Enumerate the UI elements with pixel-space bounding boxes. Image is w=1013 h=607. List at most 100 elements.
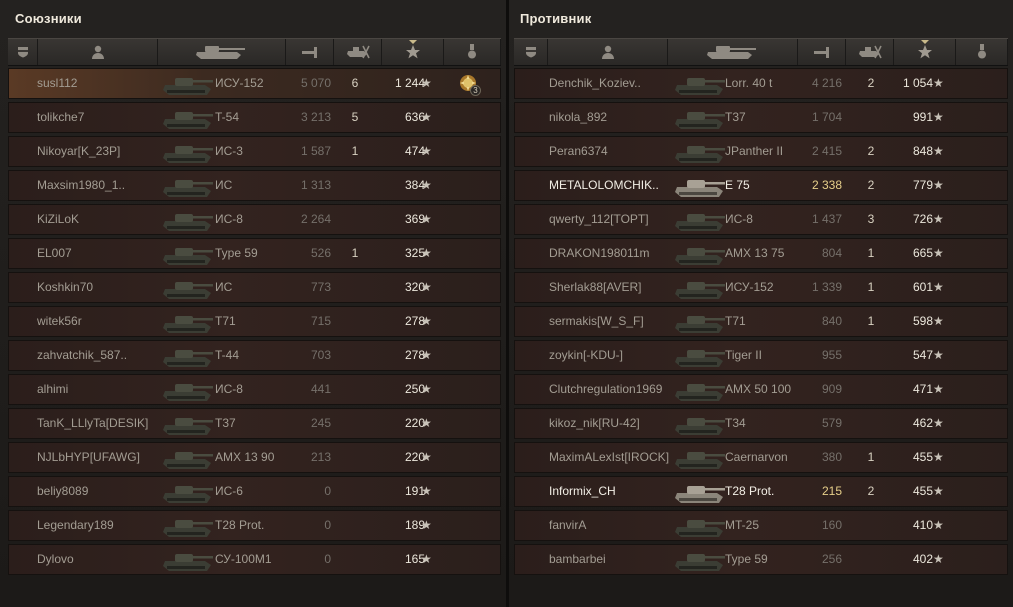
- enemies-player-row[interactable]: Sherlak88[AVER] ИСУ-152 1 339 1 601 ★: [514, 272, 1008, 303]
- xp-value: 665: [912, 246, 933, 260]
- xp-value: 220: [404, 416, 425, 430]
- damage-value: 4 216: [811, 76, 842, 90]
- tank-icon: [671, 105, 727, 131]
- player-name: Dylovo: [37, 552, 74, 566]
- player-column-header[interactable]: [38, 39, 158, 65]
- enemies-player-row[interactable]: Informix_CH T28 Prot. 215 2 455 ★: [514, 476, 1008, 507]
- xp-value: 726: [912, 212, 933, 226]
- enemies-player-row[interactable]: kikoz_nik[RU-42] T34 579 462 ★: [514, 408, 1008, 439]
- player-name: Legendary189: [37, 518, 114, 532]
- player-name: EL007: [37, 246, 72, 260]
- xp-star-icon: ★: [933, 280, 944, 294]
- player-name: Peran6374: [549, 144, 608, 158]
- allies-player-row[interactable]: zahvatchik_587.. T-44 703 278 ★: [8, 340, 501, 371]
- allies-player-row[interactable]: tolikche7 T-54 3 213 5 636 ★: [8, 102, 501, 133]
- frags-column-header[interactable]: [334, 39, 382, 65]
- vehicle-name: ИС-6: [215, 484, 243, 498]
- tank-icon: [159, 71, 215, 97]
- vehicle-name: T34: [725, 416, 746, 430]
- vehicle-column-header[interactable]: [668, 39, 798, 65]
- vehicle-name: AMX 13 75: [725, 246, 785, 260]
- frags-column-header[interactable]: [846, 39, 894, 65]
- frags-value: [345, 171, 365, 200]
- allies-player-row[interactable]: Koshkin70 ИС 773 320 ★: [8, 272, 501, 303]
- vehicle-name: E 75: [725, 178, 750, 192]
- xp-star-icon: ★: [933, 382, 944, 396]
- allies-player-row[interactable]: susl112 ИСУ-152 5 070 6 1 244 ★ 3: [8, 68, 501, 99]
- vehicle-name: T28 Prot.: [215, 518, 265, 532]
- xp-star-column-header[interactable]: [382, 39, 444, 65]
- medal-column-header[interactable]: [444, 39, 501, 65]
- tank-icon: [159, 241, 215, 267]
- tank-icon: [159, 173, 215, 199]
- xp-star-column-header[interactable]: [894, 39, 956, 65]
- tank-icon: [671, 445, 727, 471]
- xp-star-icon: [917, 44, 933, 60]
- enemies-player-row[interactable]: sermakis[W_S_F] T71 840 1 598 ★: [514, 306, 1008, 337]
- enemies-player-row[interactable]: fanvirA MT-25 160 410 ★: [514, 510, 1008, 541]
- vehicle-name: T71: [725, 314, 746, 328]
- frags-value: [345, 307, 365, 336]
- xp-value: 462: [912, 416, 933, 430]
- allies-table-header: [8, 38, 501, 66]
- xp-value: 325: [404, 246, 425, 260]
- enemies-player-row[interactable]: DRAKON198011m AMX 13 75 804 1 665 ★: [514, 238, 1008, 269]
- allies-player-row[interactable]: NJLbHYP[UFAWG] AMX 13 90 213 220 ★: [8, 442, 501, 473]
- enemies-player-row[interactable]: qwerty_112[TOPT] ИС-8 1 437 3 726 ★: [514, 204, 1008, 235]
- enemies-player-row[interactable]: METALOLOMCHIK.. E 75 2 338 2 779 ★: [514, 170, 1008, 201]
- frags-value: [345, 273, 365, 302]
- vehicle-name: ИС: [215, 280, 233, 294]
- allies-player-row[interactable]: KiZiLoK ИС-8 2 264 369 ★: [8, 204, 501, 235]
- vehicle-icon: [193, 44, 251, 60]
- allies-player-row[interactable]: witek56r T71 715 278 ★: [8, 306, 501, 337]
- allies-player-row[interactable]: TanK_LLlyTa[DESIK] T37 245 220 ★: [8, 408, 501, 439]
- enemies-player-row[interactable]: MaximALexIst[IROCK] Caernarvon 380 1 455 ★: [514, 442, 1008, 473]
- player-name: fanvirA: [549, 518, 587, 532]
- squad-column-header[interactable]: [514, 39, 548, 65]
- tank-icon: [159, 207, 215, 233]
- vehicle-name: T71: [215, 314, 236, 328]
- vehicle-name: Type 59: [725, 552, 768, 566]
- allies-player-row[interactable]: Maxsim1980_1.. ИС 1 313 384 ★: [8, 170, 501, 201]
- damage-value: 1 339: [811, 280, 842, 294]
- allies-player-row[interactable]: Nikoyar[K_23P] ИС-3 1 587 1 474 ★: [8, 136, 501, 167]
- player-icon: [601, 44, 615, 60]
- enemies-player-row[interactable]: bambarbei Type 59 256 402 ★: [514, 544, 1008, 575]
- damage-column-header[interactable]: [286, 39, 334, 65]
- damage-column-header[interactable]: [798, 39, 846, 65]
- allies-player-row[interactable]: alhimi ИС-8 441 250 ★: [8, 374, 501, 405]
- damage-value: 773: [310, 280, 331, 294]
- enemies-player-row[interactable]: zoykin[-KDU-] Tiger II 955 547 ★: [514, 340, 1008, 371]
- vehicle-name: ИС: [215, 178, 233, 192]
- enemies-player-row[interactable]: Denchik_Koziev.. Lorr. 40 t 4 216 2 1 054 ★: [514, 68, 1008, 99]
- allies-player-row[interactable]: beliy8089 ИС-6 0 191 ★: [8, 476, 501, 507]
- player-column-header[interactable]: [548, 39, 668, 65]
- allies-player-row[interactable]: EL007 Type 59 526 1 325 ★: [8, 238, 501, 269]
- enemies-player-row[interactable]: Peran6374 JPanther II 2 415 2 848 ★: [514, 136, 1008, 167]
- player-name: qwerty_112[TOPT]: [549, 212, 649, 226]
- vehicle-name: ИС-8: [725, 212, 753, 226]
- tank-icon: [671, 241, 727, 267]
- vehicle-name: ИС-8: [215, 212, 243, 226]
- medal-column-header[interactable]: [956, 39, 1008, 65]
- squad-column-header[interactable]: [8, 39, 38, 65]
- damage-value: 579: [821, 416, 842, 430]
- xp-value: 278: [404, 314, 425, 328]
- damage-value: 0: [324, 518, 331, 532]
- damage-value: 380: [821, 450, 842, 464]
- enemies-player-row[interactable]: Clutchregulation1969 AMX 50 100 909 471 ★: [514, 374, 1008, 405]
- player-name: zoykin[-KDU-]: [549, 348, 624, 362]
- allies-player-row[interactable]: Dylovo СУ-100М1 0 165 ★: [8, 544, 501, 575]
- vehicle-column-header[interactable]: [158, 39, 286, 65]
- player-name: Clutchregulation1969: [549, 382, 663, 396]
- player-name: susl112: [37, 76, 78, 90]
- xp-star-icon: ★: [421, 382, 432, 396]
- allies-player-row[interactable]: Legendary189 T28 Prot. 0 189 ★: [8, 510, 501, 541]
- enemies-player-row[interactable]: nikola_892 T37 1 704 991 ★: [514, 102, 1008, 133]
- tank-icon: [671, 411, 727, 437]
- medal-icon[interactable]: 3: [457, 72, 483, 96]
- damage-value: 0: [324, 484, 331, 498]
- frags-value: 1: [867, 450, 875, 464]
- vehicle-name: Tiger II: [725, 348, 762, 362]
- tank-icon: [159, 105, 215, 131]
